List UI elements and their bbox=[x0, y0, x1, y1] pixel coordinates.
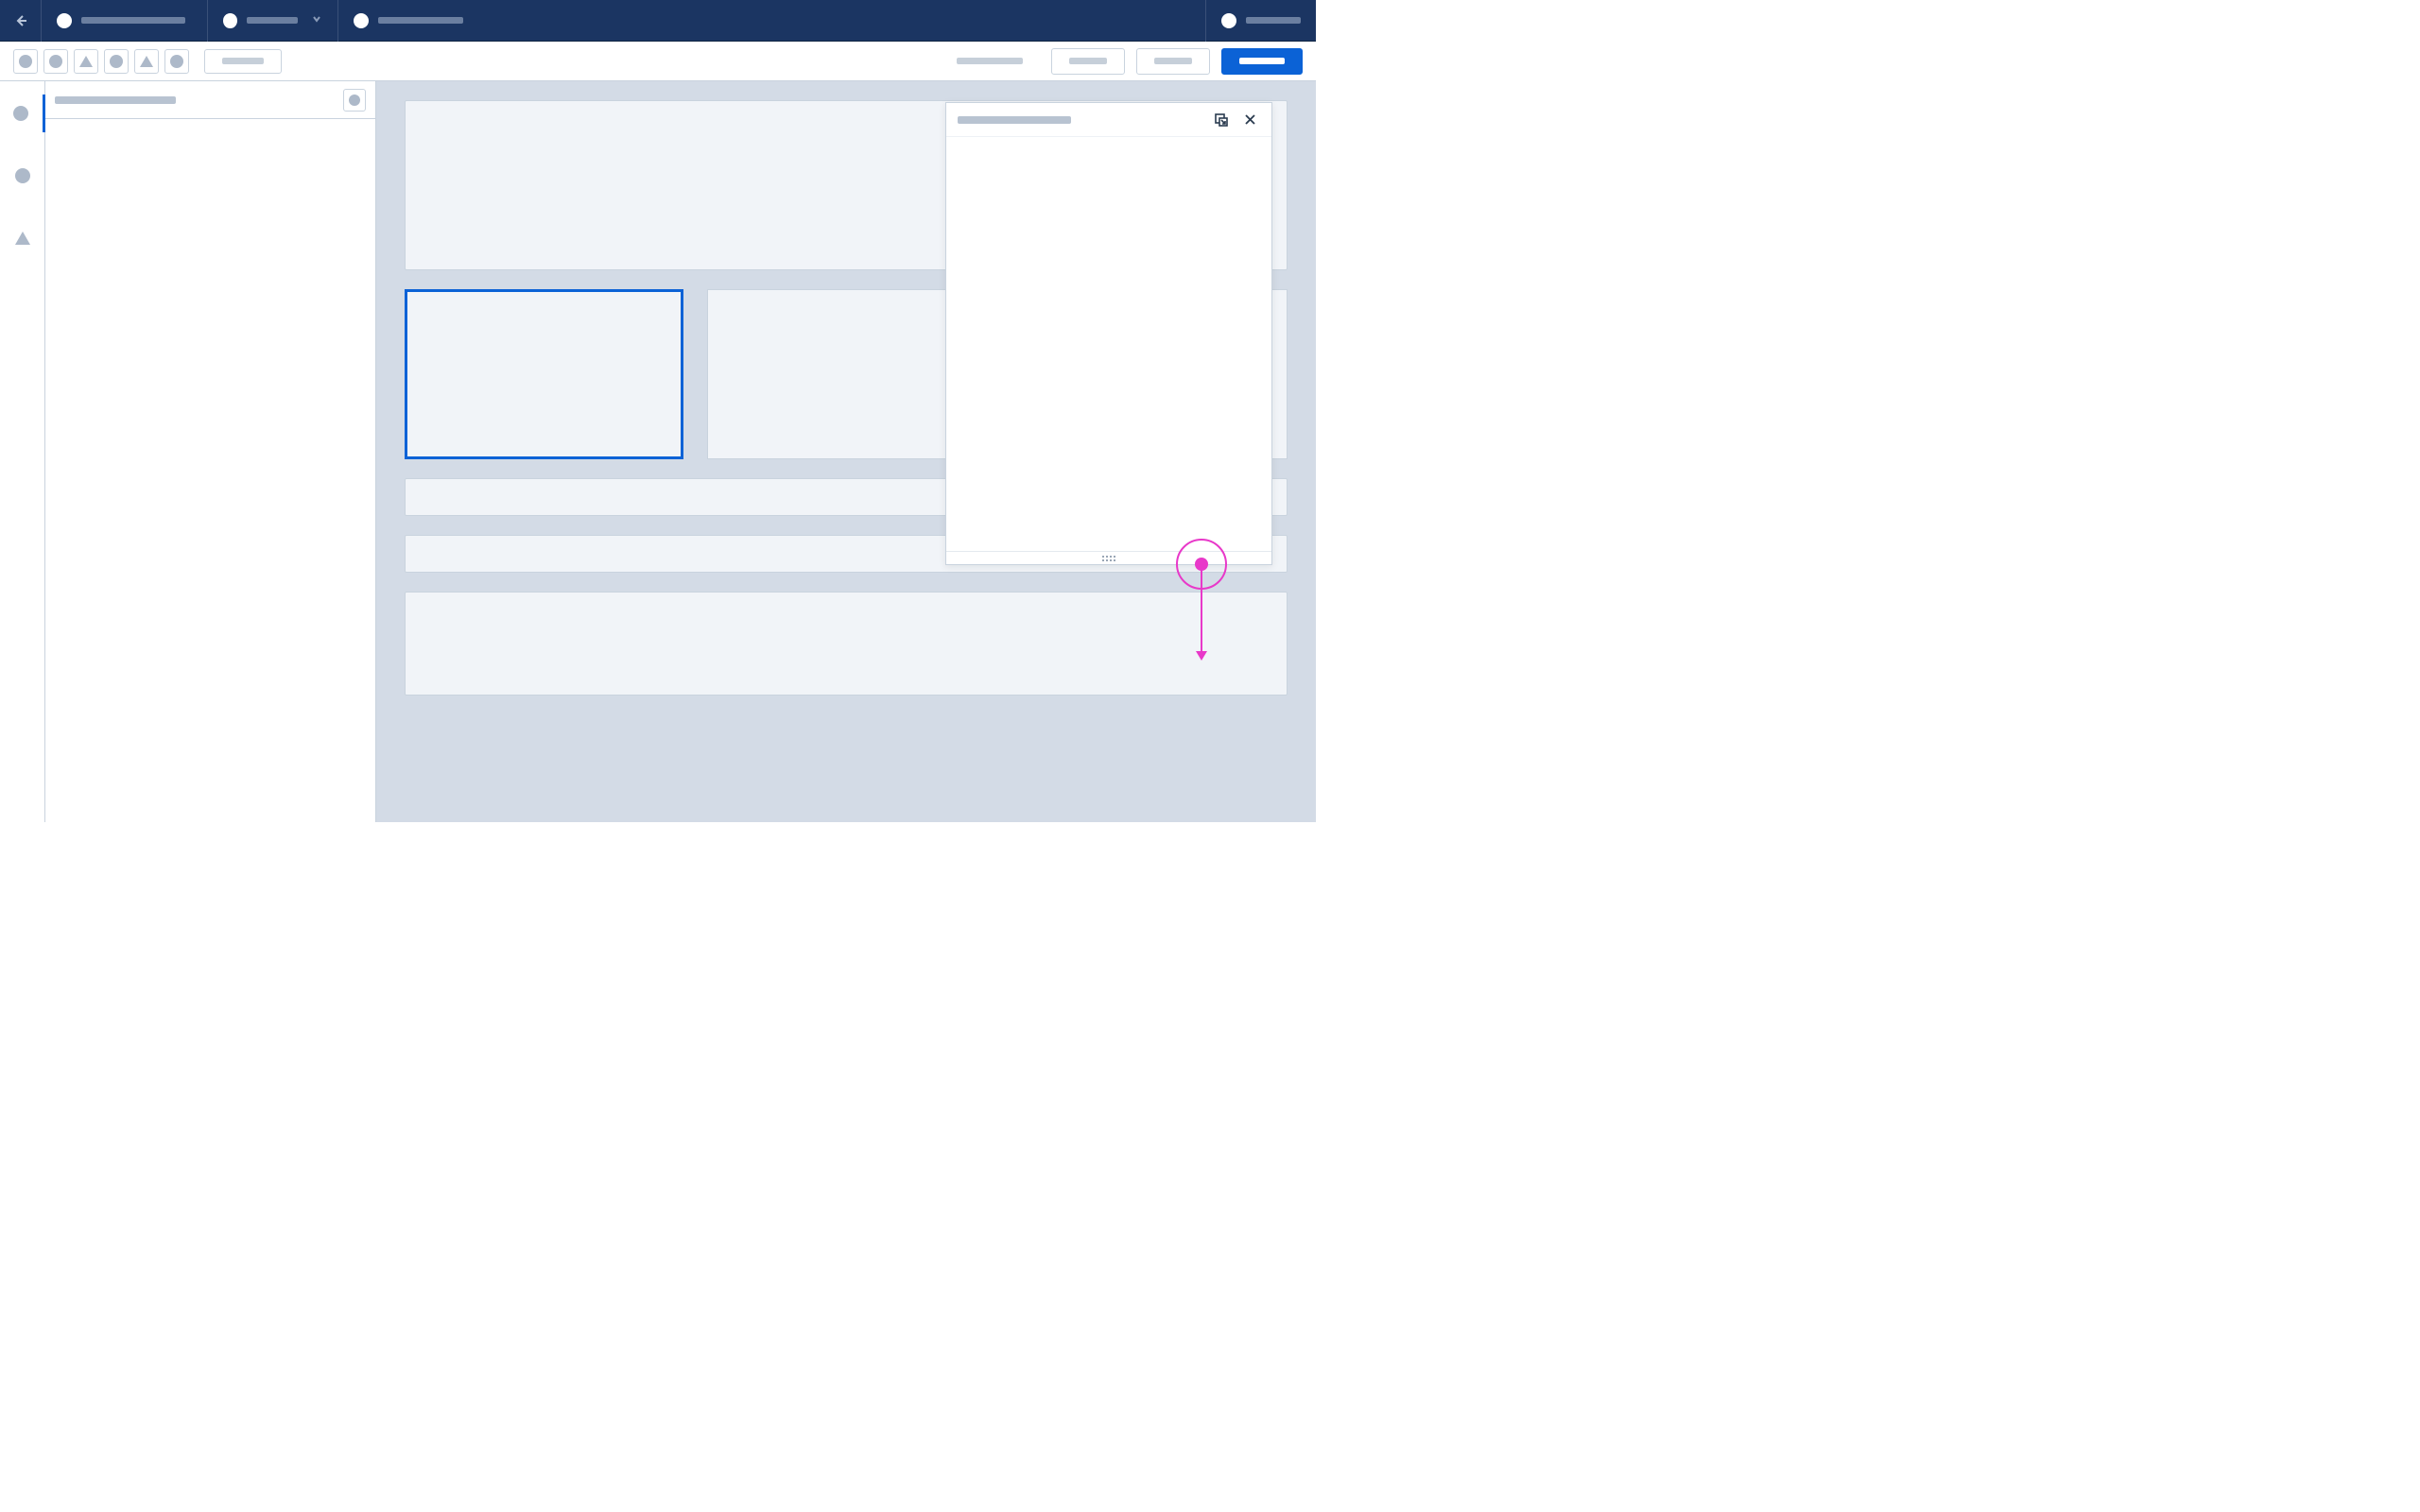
arrow-left-icon bbox=[13, 13, 28, 28]
floating-panel-resize-handle[interactable] bbox=[946, 551, 1271, 564]
tab-indicator-icon bbox=[354, 13, 369, 28]
toolbar-primary-button[interactable] bbox=[1221, 48, 1303, 75]
floating-panel-header[interactable] bbox=[946, 103, 1271, 137]
circle-icon bbox=[13, 106, 28, 121]
floating-panel bbox=[945, 102, 1272, 565]
triangle-icon bbox=[15, 232, 30, 245]
rail-tab-1[interactable] bbox=[0, 94, 45, 132]
tab-label bbox=[378, 17, 463, 24]
canvas-block-selected[interactable] bbox=[405, 289, 683, 459]
toolbar bbox=[0, 42, 1316, 81]
tab-indicator-icon bbox=[57, 13, 72, 28]
circle-icon bbox=[49, 55, 62, 68]
close-button[interactable] bbox=[1239, 110, 1260, 130]
button-label bbox=[1239, 58, 1285, 64]
dropdown-label bbox=[222, 58, 264, 64]
chevron-down-icon[interactable] bbox=[311, 12, 322, 29]
pop-out-icon bbox=[1215, 113, 1228, 127]
tool-button-4[interactable] bbox=[104, 49, 129, 74]
top-navigation-bar bbox=[0, 0, 1316, 42]
rail-tab-2[interactable] bbox=[0, 157, 45, 195]
canvas-block-b[interactable] bbox=[707, 289, 986, 459]
nav-tab-3[interactable] bbox=[338, 0, 830, 42]
floating-panel-body[interactable] bbox=[946, 137, 1271, 551]
workspace bbox=[0, 81, 1316, 822]
circle-icon bbox=[349, 94, 360, 106]
toolbar-info-label bbox=[957, 58, 1023, 64]
circle-icon bbox=[15, 168, 30, 183]
user-label bbox=[1246, 17, 1301, 24]
grip-icon bbox=[1102, 556, 1115, 561]
explorer-action-button[interactable] bbox=[343, 89, 366, 112]
canvas-block-row-3[interactable] bbox=[405, 592, 1288, 696]
triangle-icon bbox=[79, 56, 93, 67]
tool-button-3[interactable] bbox=[74, 49, 98, 74]
circle-icon bbox=[170, 55, 183, 68]
tab-label bbox=[247, 17, 298, 24]
close-icon bbox=[1244, 113, 1256, 126]
explorer-header bbox=[45, 81, 375, 119]
nav-tab-1[interactable] bbox=[42, 0, 208, 42]
user-avatar-icon bbox=[1221, 13, 1236, 28]
tool-button-5[interactable] bbox=[134, 49, 159, 74]
button-label bbox=[1154, 58, 1192, 64]
nav-user-area[interactable] bbox=[1205, 0, 1316, 42]
back-button[interactable] bbox=[0, 0, 42, 42]
toolbar-secondary-button-2[interactable] bbox=[1136, 48, 1210, 75]
sidebar-rail bbox=[0, 81, 45, 822]
tab-label bbox=[81, 17, 185, 24]
nav-tab-2[interactable] bbox=[208, 0, 338, 42]
triangle-icon bbox=[140, 56, 153, 67]
tool-button-1[interactable] bbox=[13, 49, 38, 74]
toolbar-secondary-button-1[interactable] bbox=[1051, 48, 1125, 75]
explorer-panel bbox=[45, 81, 376, 822]
tool-button-6[interactable] bbox=[164, 49, 189, 74]
editor-canvas[interactable] bbox=[376, 81, 1316, 822]
button-label bbox=[1069, 58, 1107, 64]
pop-out-button[interactable] bbox=[1211, 110, 1232, 130]
tool-button-2[interactable] bbox=[43, 49, 68, 74]
tab-indicator-icon bbox=[223, 13, 237, 28]
rail-tab-3[interactable] bbox=[0, 219, 45, 257]
explorer-title bbox=[55, 96, 176, 104]
circle-icon bbox=[19, 55, 32, 68]
circle-icon bbox=[110, 55, 123, 68]
explorer-body[interactable] bbox=[45, 119, 375, 822]
floating-panel-title bbox=[958, 116, 1071, 124]
toolbar-dropdown[interactable] bbox=[204, 49, 282, 74]
